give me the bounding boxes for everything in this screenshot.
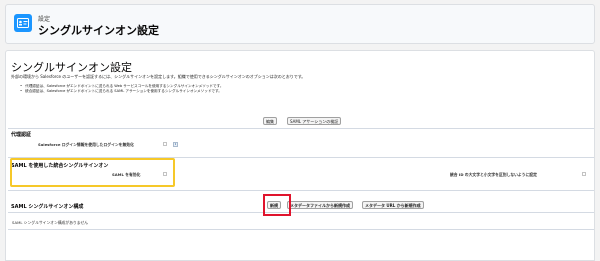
empty-state-text: SAML シングルサインオン構成がありません xyxy=(12,220,89,225)
divider xyxy=(8,212,594,213)
case-insensitive-checkbox[interactable] xyxy=(582,172,586,176)
id-card-icon xyxy=(14,14,32,32)
sso-options-list: 代理認証は、Salesforce がエンドポイントに送られる Web サービスコ… xyxy=(20,84,223,94)
header-title: シングルサインオン設定 xyxy=(38,24,159,37)
saml-validator-button[interactable]: SAML アサーションの検証 xyxy=(287,117,342,125)
delegated-auth-title: 代理認証 xyxy=(11,132,32,138)
new-from-url-button[interactable]: メタデータ URL から新規作成 xyxy=(362,201,424,209)
page-title: シングルサインオン設定 xyxy=(11,61,132,74)
divider xyxy=(8,229,594,230)
main-panel: シングルサインオン設定 外部の環境から Salesforce のユーザーを認証す… xyxy=(5,50,595,261)
new-from-file-button[interactable]: メタデータファイルから新規作成 xyxy=(287,201,353,209)
saml-config-title: SAML シングルサインオン構成 xyxy=(11,204,84,210)
divider xyxy=(8,190,594,191)
divider xyxy=(8,128,594,129)
disable-login-label: Salesforce ログイン情報を使用したログインを無効化 xyxy=(38,142,134,147)
disable-login-checkbox[interactable] xyxy=(163,142,167,146)
page-header: 設定 シングルサインオン設定 xyxy=(5,4,595,44)
case-insensitive-label: 統合 ID の大文字と小文字を区別しないように設定 xyxy=(450,172,537,177)
edit-button[interactable]: 編集 xyxy=(263,117,277,125)
info-icon[interactable]: i xyxy=(173,142,178,147)
list-item: 統合認証は、Salesforce がエンドポイントに送られる SAML アサーシ… xyxy=(20,89,223,94)
highlight-box xyxy=(10,158,175,187)
highlight-box xyxy=(263,194,291,216)
page-description: 外部の環境から Salesforce のユーザーを認証するには、シングルサインオ… xyxy=(11,74,306,79)
